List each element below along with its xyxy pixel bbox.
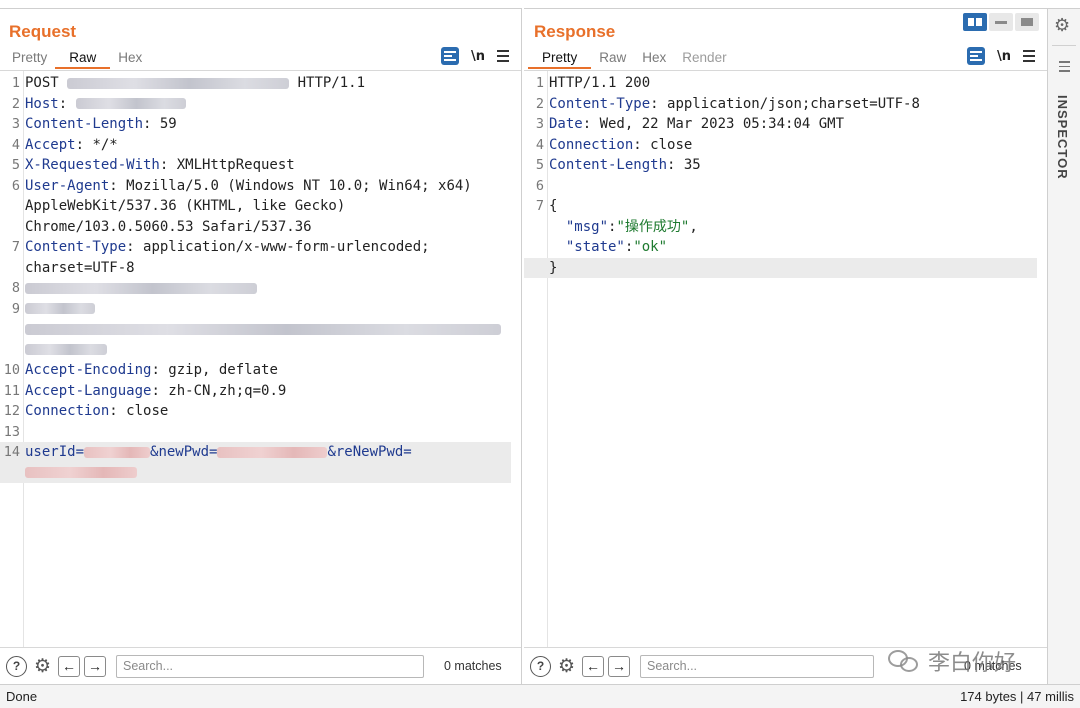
settings-gear-icon[interactable]: ⚙ [31, 655, 54, 678]
code-line: 7 Content-Type: application/x-www-form-ur… [11, 239, 439, 276]
help-icon[interactable]: ? [530, 655, 551, 677]
code-line: 2 Content-Type: application/json;charset=… [535, 95, 920, 112]
settings-gear-icon[interactable]: ⚙ [555, 655, 578, 678]
code-line: 3 Date: Wed, 22 Mar 2023 05:34:04 GMT [535, 116, 845, 132]
menu-icon[interactable] [497, 50, 509, 62]
divider [1052, 45, 1076, 46]
code-line: } [524, 257, 1037, 278]
watermark-text: 李白你好 [928, 650, 1017, 675]
newline-toggle[interactable]: \n [997, 49, 1011, 64]
response-search-input[interactable] [640, 654, 874, 678]
code-line: 11 Accept-Language: zh-CN,zh;q=0.9 [3, 382, 287, 399]
code-line: 1 HTTP/1.1 200 [535, 75, 651, 91]
code-line: 4 Connection: close [535, 136, 693, 153]
status-text: Done [6, 689, 38, 704]
next-match-button[interactable]: → [608, 655, 630, 677]
response-tabs: Pretty Raw Hex Render [528, 49, 735, 69]
request-panel: Request Pretty Raw Hex \n 1 POST HTTP/1.1… [0, 8, 522, 684]
code-line: "state":"ok" [565, 239, 668, 255]
code-line: 9 [0, 299, 521, 361]
tab-pretty[interactable]: Pretty [528, 49, 592, 69]
tab-render[interactable]: Render [674, 49, 734, 69]
menu-icon[interactable] [1023, 50, 1035, 62]
inspector-settings-icon[interactable]: ⚙ [1054, 15, 1070, 36]
response-title: Response [534, 22, 616, 41]
code-line: 12 Connection: close [3, 403, 169, 419]
inspector-sidebar: ⚙ INSPECTOR [1048, 8, 1080, 684]
response-tools: \n [966, 47, 1035, 65]
tab-hex[interactable]: Hex [634, 49, 674, 69]
prev-match-button[interactable]: ← [58, 655, 80, 677]
request-title: Request [9, 22, 77, 41]
code-line: 7{ [535, 198, 558, 214]
word-wrap-icon[interactable] [966, 47, 985, 65]
code-line: 5 Content-Length: 35 [535, 157, 701, 173]
code-line: 1 POST HTTP/1.1 [11, 75, 366, 91]
prev-match-button[interactable]: ← [582, 655, 604, 677]
newline-toggle[interactable]: \n [471, 49, 485, 64]
code-line: 3 Content-Length: 59 [11, 116, 177, 132]
code-line: 6 [535, 177, 544, 194]
code-line: 14 userId= &newPwd= &reNewPwd= [0, 442, 511, 483]
code-line: 2 Host: [0, 94, 521, 115]
request-tabs: Pretty Raw Hex [4, 49, 150, 69]
wechat-logo-icon [888, 648, 922, 674]
status-bar: Done 174 bytes | 47 millis [0, 684, 1080, 708]
inspector-toggle-icon[interactable] [1059, 61, 1070, 72]
tab-hex[interactable]: Hex [110, 49, 150, 69]
request-search-bar: ? ⚙ ← → 0 matches [0, 647, 521, 684]
help-icon[interactable]: ? [6, 655, 27, 677]
tab-raw[interactable]: Raw [591, 49, 634, 69]
watermark: 李白你好 [888, 645, 1016, 677]
word-wrap-icon[interactable] [440, 47, 459, 65]
code-line: 13 [3, 423, 20, 440]
split-horizontal-icon[interactable] [963, 13, 987, 31]
code-line: 8 [0, 278, 521, 299]
response-panel: Response Pretty Raw Hex Render \n 1 HTTP/… [524, 8, 1048, 684]
tab-raw[interactable]: Raw [55, 49, 111, 69]
code-line: 6 User-Agent: Mozilla/5.0 (Windows NT 10.… [11, 177, 481, 235]
layout-toggle [963, 13, 1039, 31]
request-search-input[interactable] [116, 654, 424, 678]
code-line: 10 Accept-Encoding: gzip, deflate [3, 362, 278, 378]
code-line: "msg":"操作成功", [565, 218, 698, 235]
response-stats: 174 bytes | 47 millis [960, 689, 1074, 704]
request-tools: \n [440, 47, 509, 65]
tab-pretty[interactable]: Pretty [4, 49, 55, 69]
inspector-tab[interactable]: INSPECTOR [1055, 95, 1070, 180]
match-count: 0 matches [444, 659, 502, 673]
split-vertical-icon[interactable] [989, 13, 1013, 31]
code-line: 4 Accept: */* [11, 136, 118, 153]
single-pane-icon[interactable] [1015, 13, 1039, 31]
response-editor[interactable]: 1 HTTP/1.1 200 2 Content-Type: application… [524, 70, 1047, 647]
code-line: 5 X-Requested-With: XMLHttpRequest [11, 157, 295, 173]
request-editor[interactable]: 1 POST HTTP/1.1 2 Host: 3 Content-Length: 5… [0, 70, 521, 647]
next-match-button[interactable]: → [84, 655, 106, 677]
